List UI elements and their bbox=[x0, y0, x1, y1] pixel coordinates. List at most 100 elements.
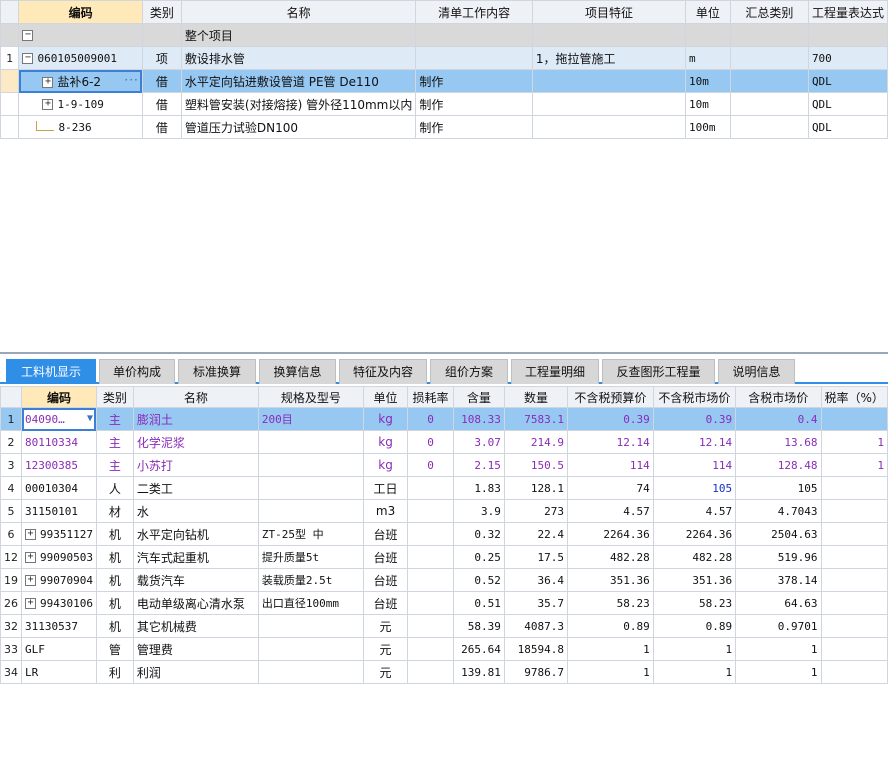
resource-name[interactable]: 水 bbox=[132, 499, 259, 523]
resource-quantity[interactable]: 9786.7 bbox=[503, 660, 569, 684]
resource-unit[interactable]: m3 bbox=[362, 499, 409, 523]
resource-tax-rate[interactable] bbox=[820, 407, 888, 431]
resource-market-price[interactable]: 114 bbox=[652, 453, 737, 477]
collapse-icon[interactable]: − bbox=[22, 30, 34, 41]
resource-name[interactable]: 载货汽车 bbox=[132, 568, 259, 592]
resource-loss-rate[interactable]: 0 bbox=[407, 453, 454, 477]
resource-code-cell[interactable]: +99090503 bbox=[21, 545, 97, 569]
resource-content[interactable]: 139.81 bbox=[452, 660, 505, 684]
resource-row[interactable]: 2 80110334 主 化学泥浆 kg 0 3.07 214.9 12.14 … bbox=[0, 430, 888, 454]
resource-row[interactable]: 12 +99090503 机 汽车式起重机 提升质量5t 台班 0.25 17.… bbox=[0, 545, 888, 569]
quota-feature[interactable] bbox=[531, 92, 687, 116]
column-header-work-content[interactable]: 清单工作内容 bbox=[415, 0, 533, 24]
resource-market-price-tax[interactable]: 64.63 bbox=[735, 591, 822, 615]
resource-market-price[interactable]: 482.28 bbox=[652, 545, 737, 569]
resource-code-cell[interactable]: 80110334 bbox=[21, 430, 97, 454]
resource-name[interactable]: 水平定向钻机 bbox=[132, 522, 259, 546]
quota-summary[interactable] bbox=[729, 115, 809, 139]
resource-budget-price[interactable]: 4.57 bbox=[567, 499, 654, 523]
resource-quantity[interactable]: 150.5 bbox=[503, 453, 569, 477]
resource-budget-price[interactable]: 0.39 bbox=[567, 407, 654, 431]
resource-tax-rate[interactable] bbox=[820, 568, 888, 592]
resource-budget-price[interactable]: 74 bbox=[567, 476, 654, 500]
resource-loss-rate[interactable] bbox=[407, 591, 454, 615]
resource-quantity[interactable]: 22.4 bbox=[503, 522, 569, 546]
column-header-qty-expression[interactable]: 工程量表达式 bbox=[807, 0, 888, 24]
column-header-unit[interactable]: 单位 bbox=[685, 0, 731, 24]
resource-spec[interactable]: ZT-25型 中 bbox=[257, 522, 364, 546]
resource-spec[interactable] bbox=[257, 614, 364, 638]
resource-tax-rate[interactable] bbox=[820, 522, 888, 546]
resource-row[interactable]: 5 31150101 材 水 m3 3.9 273 4.57 4.57 4.70… bbox=[0, 499, 888, 523]
quota-qty-expression[interactable]: QDL bbox=[807, 92, 888, 116]
expand-icon[interactable]: + bbox=[25, 575, 36, 586]
resource-tax-rate[interactable] bbox=[820, 591, 888, 615]
quota-summary[interactable] bbox=[729, 92, 809, 116]
column-header-budget-price[interactable]: 不含税预算价 bbox=[567, 386, 654, 408]
resource-type[interactable]: 机 bbox=[95, 591, 134, 615]
resource-code-cell[interactable]: 31150101 bbox=[21, 499, 97, 523]
tab-pricing-scheme[interactable]: 组价方案 bbox=[430, 359, 508, 384]
quota-feature[interactable] bbox=[531, 115, 687, 139]
resource-code-cell[interactable]: +99351127 bbox=[21, 522, 97, 546]
expand-icon[interactable]: + bbox=[42, 76, 54, 88]
resource-budget-price[interactable]: 12.14 bbox=[567, 430, 654, 454]
resource-row[interactable]: 32 31130537 机 其它机械费 元 58.39 4087.3 0.89 … bbox=[0, 614, 888, 638]
resource-quantity[interactable]: 36.4 bbox=[503, 568, 569, 592]
resource-budget-price[interactable]: 0.89 bbox=[567, 614, 654, 638]
resource-spec[interactable] bbox=[257, 430, 364, 454]
resource-code-cell[interactable]: +99070904 bbox=[21, 568, 97, 592]
resource-name[interactable]: 汽车式起重机 bbox=[132, 545, 259, 569]
resource-budget-price[interactable]: 351.36 bbox=[567, 568, 654, 592]
column-header-market-price-tax[interactable]: 含税市场价 bbox=[735, 386, 822, 408]
expand-icon[interactable]: + bbox=[25, 529, 36, 540]
resource-code-cell[interactable]: LR bbox=[21, 660, 97, 684]
resource-type[interactable]: 材 bbox=[95, 499, 134, 523]
column-header-unit[interactable]: 单位 bbox=[362, 386, 409, 408]
item-qty-expression[interactable]: 700 bbox=[807, 46, 888, 70]
resource-spec[interactable] bbox=[257, 660, 364, 684]
quota-code-cell[interactable]: +1-9-109 bbox=[18, 92, 143, 116]
resource-unit[interactable]: 元 bbox=[362, 660, 409, 684]
column-header-quantity[interactable]: 数量 bbox=[503, 386, 569, 408]
resource-market-price[interactable]: 351.36 bbox=[652, 568, 737, 592]
resource-row[interactable]: 26 +99430106 机 电动单级离心清水泵 出口直径100mm 台班 0.… bbox=[0, 591, 888, 615]
resource-tax-rate[interactable] bbox=[820, 660, 888, 684]
resource-code-cell[interactable]: 12300385 bbox=[21, 453, 97, 477]
quota-work[interactable]: 制作 bbox=[415, 115, 533, 139]
resource-market-price-tax[interactable]: 0.4 bbox=[735, 407, 822, 431]
resource-quantity[interactable]: 4087.3 bbox=[503, 614, 569, 638]
resource-type[interactable]: 主 bbox=[95, 407, 134, 431]
resource-content[interactable]: 58.39 bbox=[452, 614, 505, 638]
quota-name[interactable]: 塑料管安装(对接熔接) 管外径110mm以内 bbox=[180, 92, 417, 116]
resource-name[interactable]: 膨润土 bbox=[132, 407, 259, 431]
resource-spec[interactable]: 200目 bbox=[257, 407, 364, 431]
item-type[interactable]: 项 bbox=[141, 46, 182, 70]
quota-qty-expression[interactable]: QDL bbox=[807, 115, 888, 139]
tab-reverse-graphic-quantity[interactable]: 反查图形工程量 bbox=[602, 359, 715, 384]
resource-market-price-tax[interactable]: 128.48 bbox=[735, 453, 822, 477]
resource-content[interactable]: 0.51 bbox=[452, 591, 505, 615]
resource-spec[interactable] bbox=[257, 499, 364, 523]
resource-market-price[interactable]: 0.89 bbox=[652, 614, 737, 638]
resource-tax-rate[interactable] bbox=[820, 476, 888, 500]
quota-type[interactable]: 借 bbox=[141, 115, 182, 139]
resource-unit[interactable]: kg bbox=[362, 407, 409, 431]
quota-name[interactable]: 水平定向钻进敷设管道 PE管 De110 bbox=[180, 69, 417, 93]
more-options-icon[interactable]: ··· bbox=[124, 73, 138, 87]
resource-type[interactable]: 机 bbox=[95, 614, 134, 638]
resource-code-cell[interactable]: 04090… ▼ bbox=[21, 407, 97, 431]
item-feature[interactable]: 1，拖拉管施工 bbox=[531, 46, 687, 70]
item-work[interactable] bbox=[415, 46, 533, 70]
item-code-cell[interactable]: −060105009001 bbox=[18, 46, 143, 70]
resource-budget-price[interactable]: 1 bbox=[567, 660, 654, 684]
resource-name[interactable]: 二类工 bbox=[132, 476, 259, 500]
resource-code-cell[interactable]: +99430106 bbox=[21, 591, 97, 615]
column-header-type[interactable]: 类别 bbox=[95, 386, 134, 408]
resource-market-price[interactable]: 4.57 bbox=[652, 499, 737, 523]
resource-market-price-tax[interactable]: 13.68 bbox=[735, 430, 822, 454]
resource-code-cell[interactable]: 31130537 bbox=[21, 614, 97, 638]
resource-unit[interactable]: 元 bbox=[362, 614, 409, 638]
resource-name[interactable]: 管理费 bbox=[132, 637, 259, 661]
resource-type[interactable]: 人 bbox=[95, 476, 134, 500]
